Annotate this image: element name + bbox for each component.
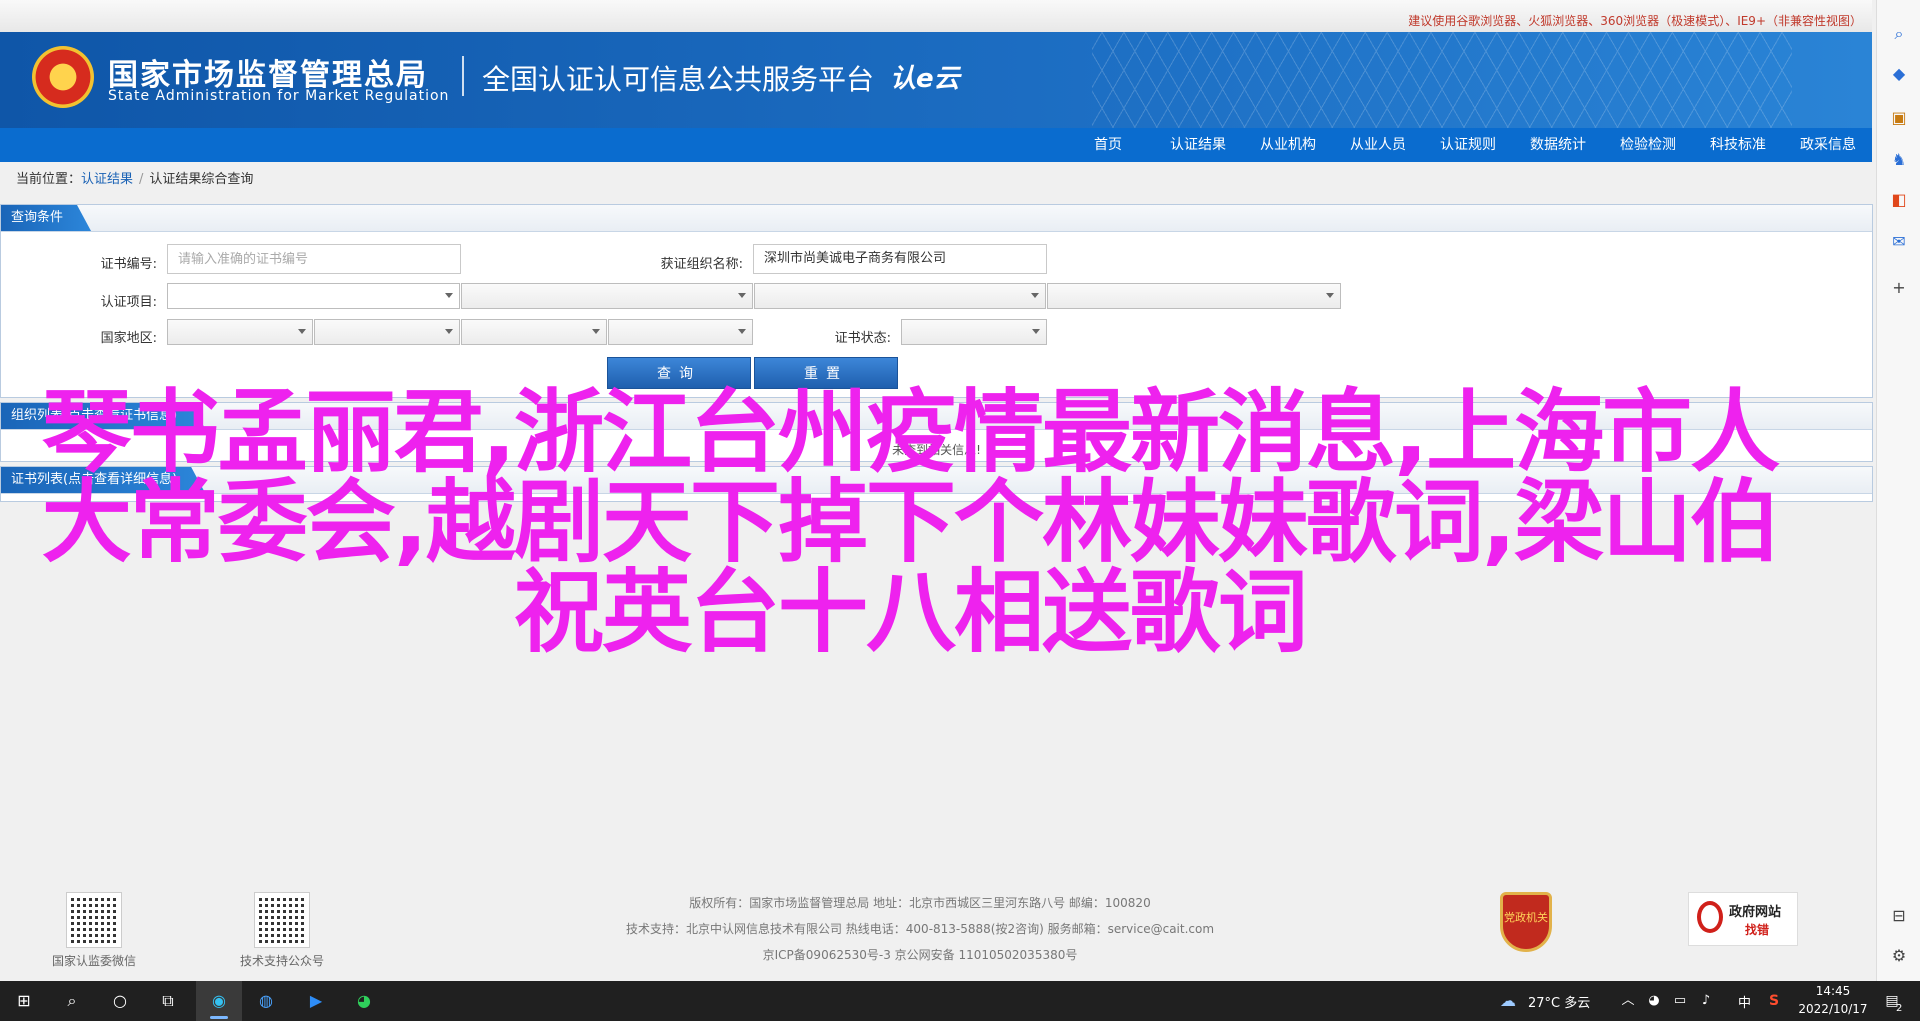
ime-indicator[interactable]: 中	[1738, 992, 1751, 1011]
add-icon[interactable]: +	[1889, 278, 1909, 298]
weather-text[interactable]: 27°C 多云	[1528, 992, 1590, 1011]
briefcase-icon[interactable]: ▣	[1889, 108, 1909, 128]
breadcrumb-separator: /	[139, 172, 144, 187]
gov-badge-mark-icon	[1697, 901, 1723, 933]
gov-site-error-badge[interactable]: 政府网站 找错	[1688, 892, 1798, 946]
notification-count: 2	[1896, 1003, 1903, 1014]
query-panel: 查询条件 证书编号: 获证组织名称: 深圳市尚美诚电子商务有限公司 认证项目: …	[0, 204, 1873, 398]
cert-status-select[interactable]	[901, 319, 1047, 345]
platform-title: 全国认证认可信息公共服务平台	[482, 63, 875, 96]
wechat-tray-icon[interactable]: ◕	[1642, 989, 1666, 1013]
clock-time[interactable]: 14:45	[1796, 984, 1870, 998]
query-panel-header	[1, 205, 1872, 232]
qr-wechat-caption: 国家认监委微信	[51, 954, 136, 968]
cert-no-input[interactable]	[167, 244, 461, 274]
agency-name-en: State Administration for Market Regulati…	[108, 88, 450, 104]
banner-pattern	[1092, 32, 1792, 128]
chevron-down-icon	[298, 329, 306, 334]
footer-icp[interactable]: 京ICP备09062530号-3 京公网安备 11010502035380号	[560, 946, 1280, 963]
nav-cert-results[interactable]: 认证结果	[1160, 128, 1236, 162]
cert-project-select-4[interactable]	[1047, 283, 1341, 309]
browser-sidebar: ⌕ ◆ ▣ ♞ ◧ ✉ + ⊟ ⚙	[1876, 0, 1920, 981]
breadcrumb: 当前位置：认证结果 / 认证结果综合查询	[16, 168, 253, 187]
region-select-2[interactable]	[314, 319, 460, 345]
nav-procurement[interactable]: 政采信息	[1790, 128, 1866, 162]
national-emblem-icon	[32, 46, 94, 108]
footer-support: 技术支持：北京中认网信息技术有限公司 热线电话：400-813-5888(按2咨…	[625, 922, 1215, 936]
cert-project-select-2[interactable]	[461, 283, 753, 309]
chevron-down-icon	[1032, 329, 1040, 334]
tag-icon[interactable]: ◆	[1889, 64, 1909, 84]
qr-code-support	[254, 892, 310, 948]
task-view-icon[interactable]: ⧉	[156, 989, 180, 1013]
volume-icon[interactable]: ♪	[1694, 989, 1718, 1013]
sogou-ime-icon[interactable]: S	[1762, 989, 1786, 1013]
app-icon[interactable]: ▶	[304, 989, 328, 1013]
edge-icon: ◉	[212, 991, 226, 1010]
chevron-down-icon	[738, 293, 746, 298]
qr-code-wechat	[66, 892, 122, 948]
nav-personnel[interactable]: 从业人员	[1340, 128, 1416, 162]
breadcrumb-link[interactable]: 认证结果	[81, 172, 133, 187]
nav-rules[interactable]: 认证规则	[1430, 128, 1506, 162]
breadcrumb-label: 当前位置：	[16, 172, 82, 187]
gov-badge-subtitle: 找错	[1745, 923, 1770, 937]
settings-icon[interactable]: ⚙	[1889, 946, 1909, 966]
weather-icon[interactable]: ☁	[1496, 989, 1520, 1013]
chevron-down-icon	[738, 329, 746, 334]
windows-taskbar: ⊞ ⌕ ○ ⧉ ◉ ◍ ▶ ◕ ☁ 27°C 多云 ︿ ◕ ▭ ♪ 中 S 14…	[0, 981, 1920, 1021]
region-select-4[interactable]	[608, 319, 753, 345]
nav-inspection[interactable]: 检验检测	[1610, 128, 1686, 162]
chevron-down-icon	[445, 329, 453, 334]
nav-standards[interactable]: 科技标准	[1700, 128, 1776, 162]
cert-cloud-logo: 认e云	[890, 64, 960, 94]
query-panel-tab[interactable]: 查询条件	[1, 205, 91, 231]
qr-support-caption: 技术支持公众号	[239, 954, 324, 968]
browser-notice: 建议使用谷歌浏览器、火狐浏览器、360浏览器（极速模式）、IE9+（非兼容性视图…	[1408, 14, 1862, 28]
cortana-icon[interactable]: ○	[108, 989, 132, 1013]
search-icon[interactable]: ⌕	[60, 989, 84, 1013]
chevron-down-icon	[592, 329, 600, 334]
outlook-icon[interactable]: ✉	[1889, 232, 1909, 252]
footer-copyright: 版权所有：国家市场监督管理总局 地址：北京市西城区三里河东路八号 邮编：1008…	[689, 896, 1151, 910]
search-icon[interactable]: ⌕	[1889, 24, 1909, 44]
nav-home[interactable]: 首页	[1080, 128, 1136, 162]
browser-icon[interactable]: ◍	[254, 989, 278, 1013]
chevron-down-icon	[1031, 293, 1039, 298]
cert-project-select-1[interactable]	[167, 283, 460, 309]
network-icon[interactable]: ▭	[1668, 989, 1692, 1013]
org-name-label: 获证组织名称:	[660, 257, 743, 272]
wechat-icon[interactable]: ◕	[352, 989, 376, 1013]
chevron-down-icon	[1326, 293, 1334, 298]
party-gov-badge[interactable]: 党政机关	[1500, 892, 1552, 952]
split-view-icon[interactable]: ⊟	[1889, 906, 1909, 926]
nav-statistics[interactable]: 数据统计	[1520, 128, 1596, 162]
site-footer: 国家认监委微信 技术支持公众号 版权所有：国家市场监督管理总局 地址：北京市西城…	[0, 870, 1872, 980]
cert-no-label: 证书编号:	[100, 257, 157, 272]
active-indicator	[210, 1016, 228, 1019]
overlay-spam-text: 琴书孟丽君,浙江台州疫情最新消息,上海市人大常委会,越剧天下掉下个林妹妹歌词,梁…	[41, 380, 1780, 665]
chevron-up-icon[interactable]: ︿	[1616, 989, 1640, 1013]
region-select-3[interactable]	[461, 319, 607, 345]
cert-status-label: 证书状态:	[834, 331, 891, 346]
browser-notice-bar: 建议使用谷歌浏览器、火狐浏览器、360浏览器（极速模式）、IE9+（非兼容性视图…	[0, 0, 1872, 33]
nav-institutions[interactable]: 从业机构	[1250, 128, 1326, 162]
region-label: 国家地区:	[100, 331, 157, 346]
region-select-1[interactable]	[167, 319, 313, 345]
games-icon[interactable]: ♞	[1889, 150, 1909, 170]
edge-taskbar-button[interactable]: ◉	[196, 981, 242, 1021]
office-icon[interactable]: ◧	[1889, 190, 1909, 210]
clock-date[interactable]: 2022/10/17	[1796, 1002, 1870, 1016]
cert-project-label: 认证项目:	[100, 295, 157, 310]
windows-start-icon[interactable]: ⊞	[12, 989, 36, 1013]
org-name-input[interactable]: 深圳市尚美诚电子商务有限公司	[753, 244, 1047, 274]
gov-badge-title: 政府网站	[1729, 905, 1782, 920]
header-divider	[462, 56, 464, 96]
chevron-down-icon	[445, 293, 453, 298]
breadcrumb-current: 认证结果综合查询	[149, 172, 254, 187]
main-nav: 首页 认证结果 从业机构 从业人员 认证规则 数据统计 检验检测 科技标准 政采…	[0, 128, 1872, 162]
cert-project-select-3[interactable]	[754, 283, 1046, 309]
